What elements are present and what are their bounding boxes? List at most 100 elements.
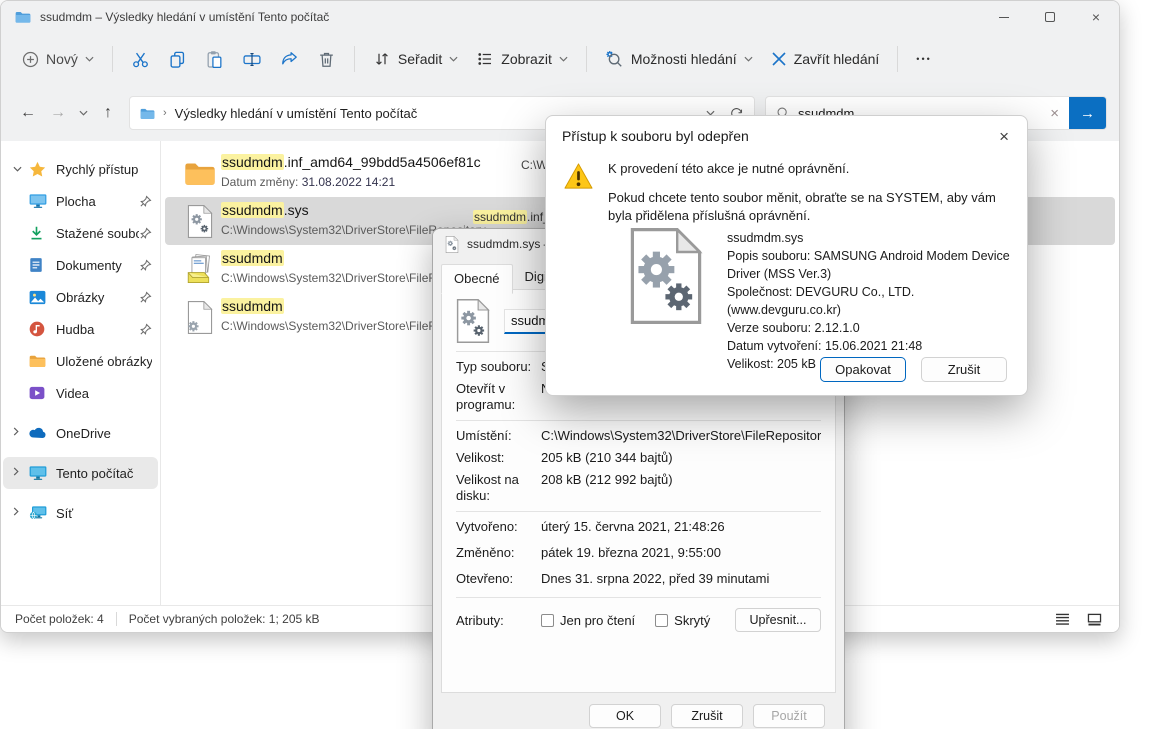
chevron-down-icon (559, 56, 568, 62)
attributes-label: Atributy: (456, 612, 504, 628)
copy-button[interactable] (159, 43, 196, 76)
sidebar-item-quick-access[interactable]: Rychlý přístup (3, 153, 158, 185)
close-button[interactable]: × (1073, 1, 1119, 33)
delete-button[interactable] (308, 43, 345, 76)
recent-locations-button[interactable] (73, 98, 93, 128)
readonly-checkbox[interactable] (541, 613, 554, 627)
chevron-right-icon[interactable] (13, 507, 27, 519)
file-details: ssudmdm.sys Popis souboru: SAMSUNG Andro… (727, 228, 1019, 373)
copy-icon (170, 51, 185, 68)
ok-button[interactable]: OK (589, 704, 661, 728)
type-label: Typ souboru: (456, 359, 532, 374)
document-icon (29, 257, 49, 273)
details-view-icon[interactable] (1051, 609, 1073, 629)
created-date: Datum vytvoření: 15.06.2021 21:48 (727, 339, 923, 353)
sidebar-item-network[interactable]: Síť (3, 497, 158, 529)
dialog-buttons: Opakovat Zrušit (820, 357, 1007, 382)
close-search-label: Zavřít hledání (793, 51, 880, 67)
sidebar-item-saved-pictures[interactable]: Uložené obrázky (3, 345, 158, 377)
setup-information-icon (183, 252, 217, 286)
pin-icon (140, 227, 152, 239)
sidebar-item-onedrive[interactable]: OneDrive (3, 417, 158, 449)
sidebar-item-label: Videa (56, 385, 90, 401)
access-denied-dialog: Přístup k souboru byl odepřen × K proved… (545, 115, 1028, 396)
see-more-icon: ••• (916, 54, 932, 64)
pin-icon (140, 291, 152, 303)
sort-label: Seřadit (397, 51, 443, 67)
sidebar-item-label: Obrázky (56, 289, 105, 305)
sidebar-item-music[interactable]: Hudba (3, 313, 158, 345)
sidebar-item-documents[interactable]: Dokumenty (3, 249, 158, 281)
see-more-button[interactable]: ••• (907, 47, 940, 71)
sort-button[interactable]: Seřadit (364, 43, 467, 75)
this-pc-icon (29, 465, 49, 481)
title-bar: ssudmdm – Výsledky hledání v umístění Te… (1, 1, 1119, 33)
file-name-rest: .inf_amd64_99bdd5a4506ef81c (283, 154, 481, 170)
file-info-row: ssudmdm.sys Popis souboru: SAMSUNG Andro… (628, 228, 1019, 373)
new-label: Nový (46, 51, 78, 67)
minimize-button[interactable] (981, 1, 1027, 33)
chevron-down-icon[interactable] (13, 164, 27, 175)
desktop-icon (29, 193, 49, 209)
pictures-icon (29, 290, 49, 305)
cancel-button[interactable]: Zrušit (921, 357, 1007, 382)
created-label: Vytvořeno: (456, 519, 518, 534)
retry-button[interactable]: Opakovat (820, 357, 906, 382)
size-label: Velikost: (456, 450, 505, 465)
search-options-button[interactable]: Možnosti hledání (596, 43, 762, 76)
file-name: ssudmdm (221, 250, 284, 266)
selection-info: Počet vybraných položek: 1; 205 kB (128, 612, 320, 626)
sidebar-item-this-pc[interactable]: Tento počítač (3, 457, 158, 489)
cancel-button[interactable]: Zrušit (671, 704, 743, 728)
sidebar-item-label: Stažené soubory (56, 225, 139, 241)
apply-button[interactable]: Použít (753, 704, 825, 728)
file-name: ssudmdm (221, 298, 284, 314)
chevron-down-icon (744, 56, 753, 62)
cut-button[interactable] (122, 43, 159, 76)
maximize-icon (1045, 12, 1055, 22)
advanced-button[interactable]: Upřesnit... (735, 608, 821, 632)
search-options-icon (606, 50, 622, 67)
sidebar-item-downloads[interactable]: Stažené soubory (3, 217, 158, 249)
sidebar-item-label: Uložené obrázky (56, 353, 152, 369)
sidebar-item-videos[interactable]: Videa (3, 377, 158, 409)
up-button[interactable]: ↑ (93, 98, 123, 128)
paste-button[interactable] (196, 43, 233, 76)
chevron-down-icon (78, 110, 88, 116)
chevron-right-icon[interactable] (13, 467, 27, 479)
modified-value: pátek 19. března 2021, 9:55:00 (541, 545, 721, 560)
sidebar-item-desktop[interactable]: Plocha (3, 185, 158, 217)
back-button[interactable]: ← (13, 98, 43, 128)
share-icon (282, 51, 297, 64)
close-icon[interactable]: × (995, 128, 1013, 146)
forward-button[interactable]: → (43, 98, 73, 128)
dialog-title-bar: Přístup k souboru byl odepřen × (546, 116, 1027, 146)
new-button[interactable]: Nový (13, 44, 103, 75)
created-value: úterý 15. června 2021, 21:48:26 (541, 519, 725, 534)
clear-search-icon[interactable]: × (1040, 105, 1069, 122)
hidden-checkbox[interactable] (655, 613, 669, 627)
modified-label: Změněno: (456, 545, 515, 560)
large-icons-view-icon[interactable] (1083, 609, 1105, 629)
sidebar-item-label: Dokumenty (56, 257, 122, 273)
size-on-disk-label: Velikost na disku: (456, 472, 519, 503)
tab-general[interactable]: Obecné (441, 264, 513, 294)
sidebar-item-label: Hudba (56, 321, 95, 337)
divider (456, 420, 821, 421)
view-toggles (1051, 609, 1105, 629)
dialog-message: K provedení této akce je nutné oprávnění… (608, 160, 1010, 225)
rename-button[interactable] (233, 43, 271, 76)
file-name: ssudmdm.sys (221, 202, 309, 218)
file-version: Verze souboru: 2.12.1.0 (727, 321, 860, 335)
maximize-button[interactable] (1027, 1, 1073, 33)
rename-icon (243, 52, 261, 66)
attributes-row: Atributy: Jen pro čtení Skrytý Upřesnit.… (456, 608, 821, 632)
view-button[interactable]: Zobrazit (467, 43, 577, 75)
sidebar-item-label: Plocha (56, 193, 96, 209)
sidebar-item-pictures[interactable]: Obrázky (3, 281, 158, 313)
search-go-button[interactable]: → (1069, 97, 1106, 129)
share-button[interactable] (271, 43, 308, 76)
minimize-icon (999, 16, 1009, 18)
chevron-right-icon[interactable] (13, 427, 27, 439)
close-search-button[interactable]: Zavřít hledání (762, 44, 889, 74)
